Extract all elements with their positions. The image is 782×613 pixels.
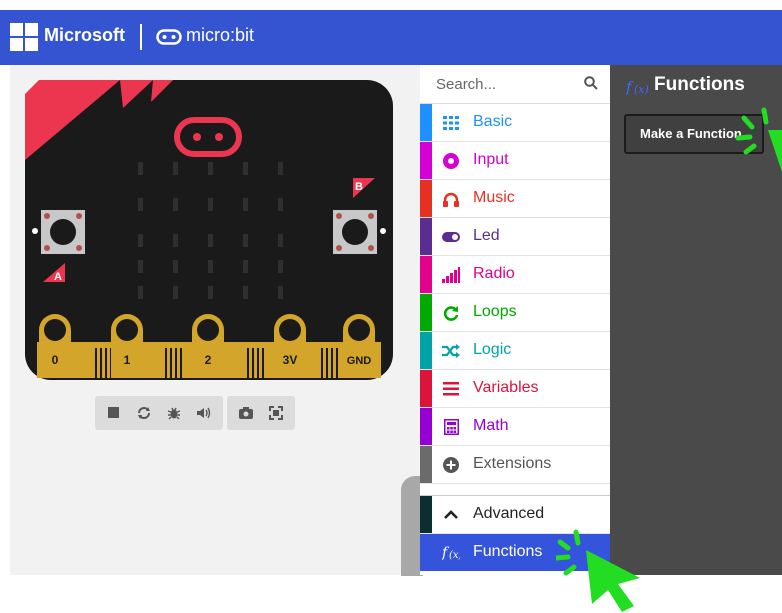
category-color-bar	[420, 332, 432, 369]
shuffle-icon	[442, 342, 460, 360]
category-basic[interactable]: Basic	[420, 104, 610, 142]
category-led[interactable]: Led	[420, 218, 610, 256]
restart-button[interactable]	[129, 396, 159, 430]
restart-icon	[138, 407, 150, 419]
toolbox: Search... Basic Input Music Led Radio Lo…	[420, 65, 610, 575]
refresh-icon	[442, 304, 460, 322]
category-color-bar	[420, 218, 432, 255]
category-color-bar	[420, 294, 432, 331]
search-input[interactable]: Search...	[436, 76, 496, 93]
list-icon	[442, 380, 460, 398]
pin-3v[interactable]: 3V	[274, 314, 306, 378]
svg-text:(x): (x)	[449, 550, 460, 561]
svg-text:f: f	[626, 78, 634, 96]
category-variables[interactable]: Variables	[420, 370, 610, 408]
function-fx-icon: f(x)	[626, 78, 649, 96]
category-logic[interactable]: Logic	[420, 332, 610, 370]
search-icon[interactable]	[584, 76, 598, 90]
pin-1-label: 1	[124, 353, 131, 367]
signal-bars-icon	[442, 266, 460, 284]
microsoft-logo-icon	[10, 23, 38, 51]
pin-2[interactable]: 2	[192, 314, 224, 378]
function-fx-icon: f(x)	[442, 543, 460, 561]
stop-icon	[108, 407, 119, 418]
category-color-bar	[420, 180, 432, 217]
category-music[interactable]: Music	[420, 180, 610, 218]
screenshot-button[interactable]	[231, 396, 261, 430]
click-indicator-icon	[735, 107, 782, 172]
button-a-label: A	[54, 271, 62, 283]
sound-icon	[197, 407, 211, 419]
sound-button[interactable]	[189, 396, 219, 430]
button-b-label: B	[355, 181, 363, 193]
category-loops[interactable]: Loops	[420, 294, 610, 332]
svg-text:(x): (x)	[634, 83, 649, 96]
pin-gnd-label: GND	[347, 355, 372, 367]
category-math[interactable]: Math	[420, 408, 610, 446]
calculator-icon	[442, 418, 460, 436]
simulator-controls	[95, 396, 223, 430]
pin-0-label: 0	[52, 353, 59, 367]
plus-circle-icon	[442, 456, 460, 474]
microbit-product-name[interactable]: micro:bit	[186, 25, 254, 46]
microbit-logo-icon	[156, 29, 182, 45]
category-label: Math	[473, 417, 509, 434]
debug-icon	[167, 407, 181, 420]
stop-button[interactable]	[99, 396, 129, 430]
category-label: Functions	[473, 543, 543, 560]
category-color-bar	[420, 256, 432, 293]
pin-0[interactable]: 0	[39, 314, 71, 378]
chevron-up-icon	[442, 506, 460, 524]
category-label: Advanced	[473, 505, 545, 522]
click-indicator-icon	[556, 529, 640, 612]
category-label: Logic	[473, 341, 512, 358]
category-color-bar	[420, 104, 432, 141]
headphones-icon	[442, 190, 460, 208]
category-color-bar	[420, 370, 432, 407]
flyout-title: Functions	[654, 74, 745, 95]
fullscreen-icon	[269, 406, 283, 420]
category-label: Led	[473, 227, 500, 244]
microsoft-brand[interactable]: Microsoft	[44, 25, 125, 46]
category-label: Variables	[473, 379, 539, 396]
screenshot-icon	[239, 407, 253, 419]
brand-divider	[140, 24, 142, 50]
microbit-board: A B 0 1 2 3V GND	[25, 80, 393, 380]
pin-gnd[interactable]: GND	[343, 314, 375, 378]
simulator-extra-controls	[227, 396, 295, 430]
grid-icon	[442, 114, 460, 132]
category-label: Extensions	[473, 455, 552, 472]
category-radio[interactable]: Radio	[420, 256, 610, 294]
pin-1[interactable]: 1	[111, 314, 143, 378]
header-bar: Microsoft micro:bit	[0, 10, 782, 65]
toolbox-search[interactable]: Search...	[420, 65, 610, 104]
category-input[interactable]: Input	[420, 142, 610, 180]
pin-3v-label: 3V	[283, 353, 298, 367]
category-extensions[interactable]: Extensions	[420, 446, 610, 484]
category-label: Basic	[473, 113, 513, 130]
category-label: Loops	[473, 303, 517, 320]
category-label: Input	[473, 151, 509, 168]
fullscreen-button[interactable]	[261, 396, 291, 430]
category-label: Radio	[473, 265, 515, 282]
pin-2-label: 2	[205, 353, 212, 367]
category-label: Music	[473, 189, 515, 206]
simulator-toolbar	[95, 396, 295, 430]
debug-button[interactable]	[159, 396, 189, 430]
category-color-bar	[420, 446, 432, 483]
toggle-icon	[442, 228, 460, 246]
circle-dot-icon	[442, 152, 460, 170]
category-color-bar	[420, 496, 432, 533]
category-color-bar	[420, 408, 432, 445]
category-color-bar	[420, 142, 432, 179]
